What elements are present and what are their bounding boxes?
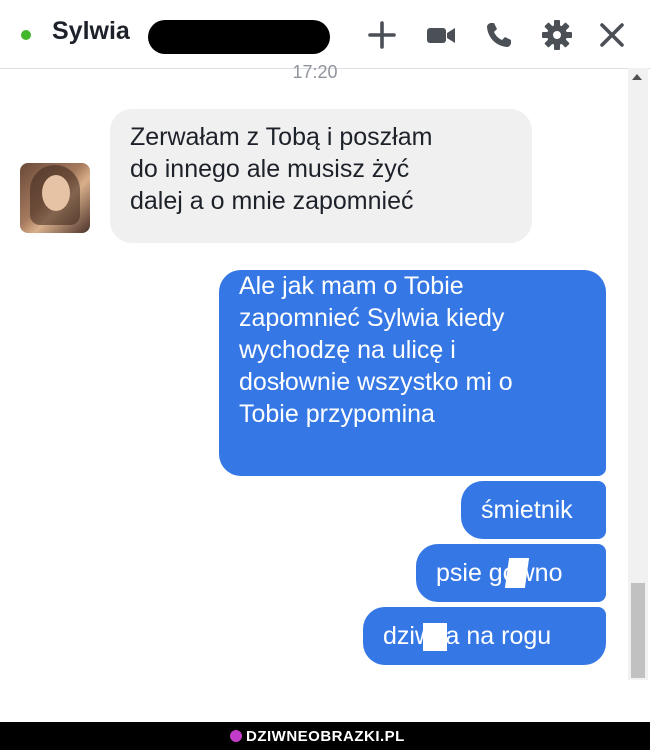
- message-timestamp: 17:20: [292, 62, 338, 82]
- watermark: DZIWNEOBRAZKI.PL: [230, 728, 405, 745]
- message-line: Ale jak mam o Tobie: [239, 272, 464, 300]
- redaction-mark: [148, 20, 330, 54]
- incoming-message-bubble: Zerwałam z Tobą i poszłam do innego ale …: [110, 109, 532, 243]
- phone-icon[interactable]: [482, 18, 516, 52]
- message-line: zapomnieć Sylwia kiedy: [239, 304, 505, 332]
- scroll-up-arrow-icon[interactable]: [632, 74, 642, 80]
- message-line: Tobie przypomina: [239, 400, 435, 428]
- scrollbar[interactable]: [628, 68, 648, 680]
- contact-avatar[interactable]: [20, 163, 90, 233]
- outgoing-message-bubble: dziwka na rogu: [363, 607, 606, 665]
- gear-icon[interactable]: [540, 18, 574, 52]
- message-line: wychodzę na ulicę i: [239, 336, 456, 364]
- message-line: do innego ale musisz żyć: [130, 155, 410, 183]
- message-line: dalej a o mnie zapomnieć: [130, 187, 414, 215]
- plus-icon[interactable]: [365, 18, 399, 52]
- watermark-text: DZIWNEOBRAZKI.PL: [246, 728, 405, 745]
- close-icon[interactable]: [595, 18, 629, 52]
- message-line: dosłownie wszystko mi o: [239, 368, 513, 396]
- censor-blot: [504, 558, 530, 588]
- censor-blot: [423, 623, 447, 651]
- outgoing-message-bubble: śmietnik: [461, 481, 606, 539]
- outgoing-message-bubble: Ale jak mam o Tobie zapomnieć Sylwia kie…: [219, 270, 606, 476]
- video-camera-icon[interactable]: [424, 18, 458, 52]
- chat-header: Sylwia: [0, 0, 650, 69]
- watermark-logo-icon: [230, 730, 242, 742]
- message-line: Zerwałam z Tobą i poszłam: [130, 123, 433, 151]
- message-text: dziwka na rogu: [383, 622, 552, 650]
- outgoing-message-bubble: psie gówno: [416, 544, 606, 602]
- message-text: psie gówno: [436, 559, 563, 587]
- message-text: śmietnik: [481, 496, 573, 524]
- online-status-icon: [21, 30, 31, 40]
- contact-name[interactable]: Sylwia: [52, 17, 130, 46]
- watermark-bar: DZIWNEOBRAZKI.PL: [0, 722, 650, 750]
- scrollbar-thumb[interactable]: [631, 583, 645, 678]
